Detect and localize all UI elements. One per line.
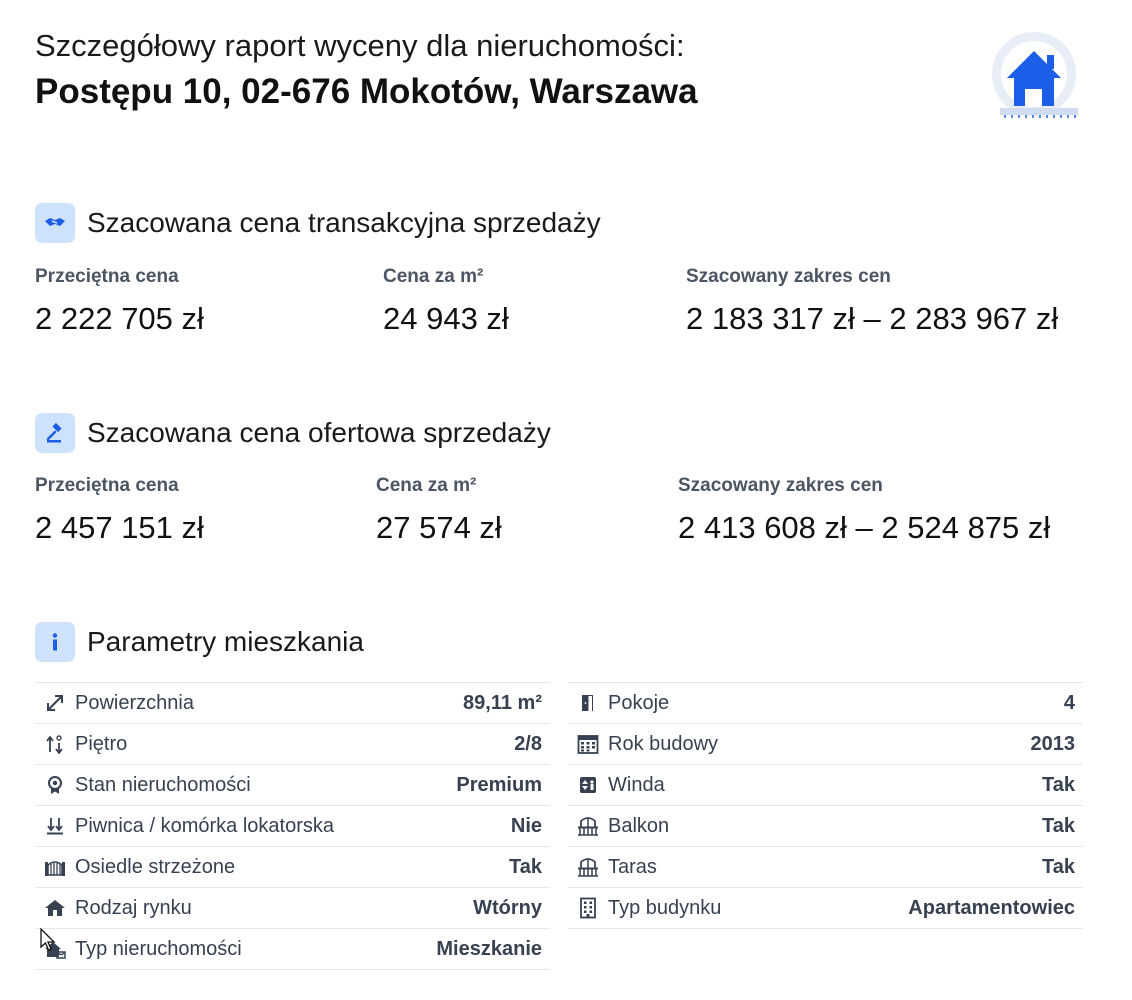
param-label: Piwnica / komórka lokatorska <box>75 814 334 837</box>
stat-label: Szacowany zakres cen <box>678 475 883 496</box>
gavel-icon <box>35 413 75 453</box>
param-row-elevator: Winda Tak <box>568 765 1083 806</box>
report-header: Szczegółowy raport wyceny dla nieruchomo… <box>35 26 698 116</box>
report-subtitle: Szczegółowy raport wyceny dla nieruchomo… <box>35 28 685 63</box>
offer-title: Szacowana cena ofertowa sprzedaży <box>87 417 551 448</box>
param-value: 2/8 <box>514 732 542 755</box>
stat-label: Cena za m² <box>376 475 477 496</box>
param-row-condition: Stan nieruchomości Premium <box>35 765 550 806</box>
mouse-cursor-icon <box>40 927 56 957</box>
calendar-icon <box>576 732 600 756</box>
param-row-market: Rodzaj rynku Wtórny <box>35 888 550 929</box>
param-row-balcony: Balkon Tak <box>568 806 1083 847</box>
param-value: Tak <box>1042 773 1075 796</box>
param-value: Tak <box>1042 814 1075 837</box>
door-icon <box>576 691 600 715</box>
transaction-title: Szacowana cena transakcyjna sprzedaży <box>87 207 601 238</box>
param-row-rooms: Pokoje 4 <box>568 683 1083 724</box>
param-value: Apartamentowiec <box>908 896 1075 919</box>
house-ruler-icon <box>985 26 1085 126</box>
stat-value: 27 574 zł <box>376 510 502 545</box>
transaction-section-header: Szacowana cena transakcyjna sprzedaży <box>35 203 601 243</box>
resize-arrow-icon <box>43 691 67 715</box>
param-label: Balkon <box>608 814 670 837</box>
terrace-icon <box>576 855 600 879</box>
param-value: Premium <box>456 773 542 796</box>
params-table-left: Powierzchnia 89,11 m² Piętro 2/8 Stan ni… <box>35 682 550 970</box>
param-label: Piętro <box>75 732 128 755</box>
market-house-icon <box>43 896 67 920</box>
param-value: Tak <box>509 855 542 878</box>
param-row-property-type: Typ nieruchomości Mieszkanie <box>35 929 550 970</box>
floor-icon <box>43 732 67 756</box>
param-row-area: Powierzchnia 89,11 m² <box>35 683 550 724</box>
param-label: Osiedle strzeżone <box>75 855 236 878</box>
transaction-price-per-sqm: Cena za m² 24 943 zł <box>383 264 509 340</box>
stat-label: Cena za m² <box>383 266 484 287</box>
stat-label: Przeciętna cena <box>35 475 179 496</box>
param-row-guarded: Osiedle strzeżone Tak <box>35 847 550 888</box>
param-row-year: Rok budowy 2013 <box>568 724 1083 765</box>
param-value: 4 <box>1063 691 1075 714</box>
stat-label: Przeciętna cena <box>35 266 179 287</box>
param-label: Pokoje <box>608 691 670 714</box>
param-value: Nie <box>510 814 542 837</box>
params-section-header: Parametry mieszkania <box>35 622 364 662</box>
stat-label: Szacowany zakres cen <box>686 266 891 287</box>
param-value: 2013 <box>1030 732 1076 755</box>
stat-value: 2 183 317 zł – 2 283 967 zł <box>686 301 1059 336</box>
gate-icon <box>43 855 67 879</box>
param-row-terrace: Taras Tak <box>568 847 1083 888</box>
param-label: Stan nieruchomości <box>75 773 251 796</box>
param-row-floor: Piętro 2/8 <box>35 724 550 765</box>
building-icon <box>576 896 600 920</box>
stat-value: 2 457 151 zł <box>35 510 204 545</box>
param-label: Rok budowy <box>608 732 719 755</box>
handshake-icon <box>35 203 75 243</box>
transaction-avg-price: Przeciętna cena 2 222 705 zł <box>35 264 204 340</box>
param-label: Typ nieruchomości <box>75 937 242 960</box>
param-value: 89,11 m² <box>463 691 542 714</box>
param-label: Rodzaj rynku <box>75 896 192 919</box>
offer-avg-price: Przeciętna cena 2 457 151 zł <box>35 473 204 549</box>
award-badge-icon <box>43 773 67 797</box>
param-row-building-type: Typ budynku Apartamentowiec <box>568 888 1083 929</box>
params-table-right: Pokoje 4 Rok budowy 2013 Winda Tak Balko… <box>568 682 1083 929</box>
param-label: Taras <box>608 855 657 878</box>
balcony-icon <box>576 814 600 838</box>
info-icon <box>35 622 75 662</box>
param-value: Wtórny <box>473 896 542 919</box>
param-label: Winda <box>608 773 665 796</box>
param-label: Powierzchnia <box>75 691 194 714</box>
params-title: Parametry mieszkania <box>87 626 364 657</box>
param-label: Typ budynku <box>608 896 722 919</box>
param-value: Mieszkanie <box>436 937 542 960</box>
param-row-basement: Piwnica / komórka lokatorska Nie <box>35 806 550 847</box>
offer-price-range: Szacowany zakres cen 2 413 608 zł – 2 52… <box>678 473 1050 549</box>
stat-value: 2 222 705 zł <box>35 301 204 336</box>
property-address: Postępu 10, 02-676 Mokotów, Warszawa <box>35 72 698 111</box>
offer-price-per-sqm: Cena za m² 27 574 zł <box>376 473 502 549</box>
stat-value: 2 413 608 zł – 2 524 875 zł <box>678 510 1051 545</box>
transaction-price-range: Szacowany zakres cen 2 183 317 zł – 2 28… <box>686 264 1058 340</box>
elevator-icon <box>576 773 600 797</box>
param-value: Tak <box>1042 855 1075 878</box>
offer-section-header: Szacowana cena ofertowa sprzedaży <box>35 413 551 453</box>
stat-value: 24 943 zł <box>383 301 509 336</box>
basement-icon <box>43 814 67 838</box>
